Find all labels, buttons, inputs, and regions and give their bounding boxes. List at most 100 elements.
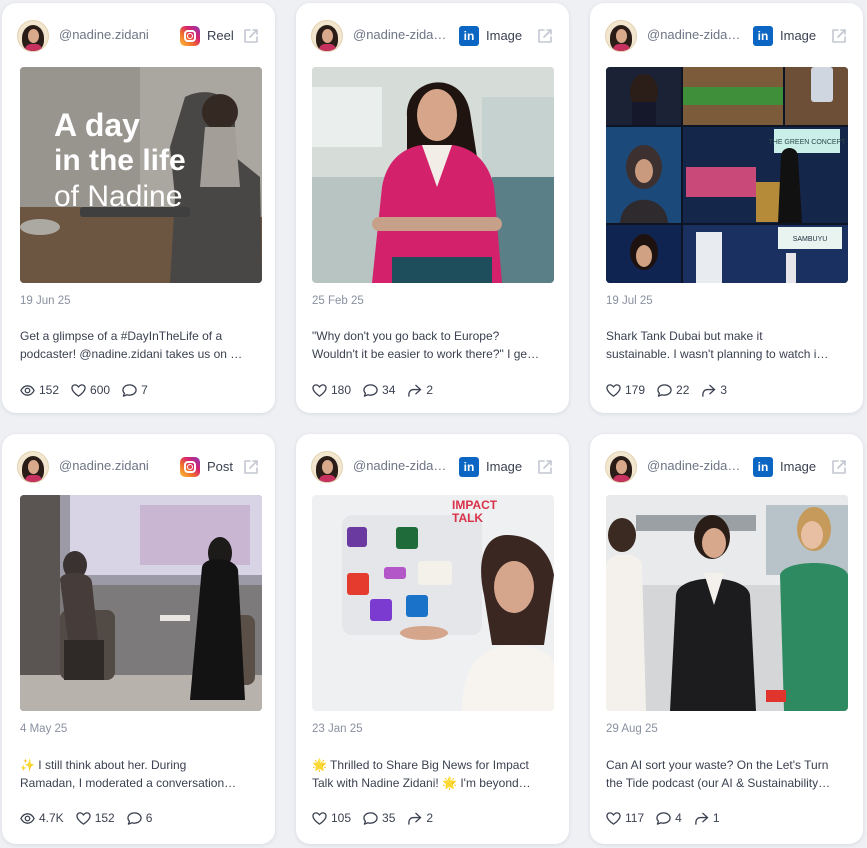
post-metrics: 4.7K 152 6 <box>20 809 152 827</box>
account-handle[interactable]: @nadine-zida… <box>647 458 749 473</box>
post-caption: ✨ I still think about her. During Ramada… <box>20 756 262 792</box>
shares-count: 1 <box>712 811 720 825</box>
account-handle[interactable]: @nadine-zida… <box>353 458 455 473</box>
caption-line: Wouldn't it be easier to work there?" I … <box>312 347 540 361</box>
post-date: 19 Jun 25 <box>20 295 71 307</box>
likes-count: 105 <box>331 811 352 825</box>
comments-metric: 4 <box>656 811 682 826</box>
comments-count: 7 <box>141 383 148 397</box>
linkedin-icon: in <box>459 26 479 46</box>
account-handle[interactable]: @nadine.zidani <box>59 27 177 42</box>
post-type-label: Post <box>207 459 234 474</box>
likes-count: 179 <box>625 383 646 397</box>
likes-count: 180 <box>331 383 352 397</box>
comments-metric: 6 <box>127 811 153 826</box>
post-media[interactable]: THE GREEN CONCEPT SAMBUYU <box>606 67 848 283</box>
shares-count: 3 <box>720 383 728 397</box>
caption-line: Can AI sort your waste? On the Let's Tur… <box>606 758 829 772</box>
shares-metric: 3 <box>701 383 727 398</box>
external-link-icon[interactable] <box>536 458 554 476</box>
likes-metric: 117 <box>606 811 644 826</box>
likes-metric: 179 <box>606 383 645 398</box>
overlay-line-3: of Nadine <box>54 180 183 213</box>
post-metrics: 179 22 3 <box>606 381 727 399</box>
external-link-icon[interactable] <box>830 458 848 476</box>
sign-text: SAMBUYU <box>793 236 828 243</box>
post-image <box>20 495 262 711</box>
views-count: 4.7K <box>39 811 64 825</box>
instagram-icon <box>180 26 200 46</box>
comments-metric: 34 <box>363 383 395 398</box>
caption-line: 🌟 Thrilled to Share Big News for Impact <box>312 758 529 772</box>
post-caption: 🌟 Thrilled to Share Big News for Impact … <box>312 756 554 792</box>
likes-metric: 152 <box>76 811 115 826</box>
heart-icon <box>312 811 327 826</box>
share-icon <box>407 383 422 398</box>
post-card[interactable]: @nadine-zida… in Image THE GREEN CONCEPT <box>590 3 863 413</box>
account-handle[interactable]: @nadine.zidani <box>59 458 177 473</box>
avatar <box>605 20 637 52</box>
linkedin-icon: in <box>753 457 773 477</box>
post-date: 4 May 25 <box>20 723 68 735</box>
post-card[interactable]: @nadine.zidani Post 4 May 25 ✨ I still t… <box>2 434 275 844</box>
impact-talk-text: IMPACT <box>452 498 498 512</box>
post-date: 23 Jan 25 <box>312 723 363 735</box>
comments-metric: 22 <box>657 383 689 398</box>
heart-icon <box>76 811 91 826</box>
external-link-icon[interactable] <box>536 27 554 45</box>
comment-icon <box>127 811 142 826</box>
comment-icon <box>657 383 672 398</box>
post-image: THE GREEN CONCEPT SAMBUYU <box>606 67 848 283</box>
post-metrics: 152 600 7 <box>20 381 148 399</box>
external-link-icon[interactable] <box>242 458 260 476</box>
overlay-line-2: in the life <box>54 144 186 177</box>
caption-line: podcaster! @nadine.zidani takes us on … <box>20 347 243 361</box>
post-media[interactable] <box>20 495 262 711</box>
avatar <box>17 20 49 52</box>
account-handle[interactable]: @nadine-zida… <box>647 27 749 42</box>
post-media[interactable] <box>312 67 554 283</box>
post-metrics: 117 4 1 <box>606 809 720 827</box>
post-caption: Shark Tank Dubai but make it sustainable… <box>606 327 848 363</box>
card-header: @nadine-zida… in Image <box>590 434 863 498</box>
sign-text: THE GREEN CONCEPT <box>768 139 846 146</box>
comments-count: 35 <box>382 811 396 825</box>
post-card[interactable]: @nadine-zida… in Image 29 Aug 25 Can AI … <box>590 434 863 844</box>
shares-count: 2 <box>426 383 434 397</box>
account-handle[interactable]: @nadine-zida… <box>353 27 455 42</box>
caption-line: "Why don't you go back to Europe? <box>312 329 500 343</box>
post-image: IMPACT TALK <box>312 495 554 711</box>
shares-metric: 2 <box>407 383 433 398</box>
external-link-icon[interactable] <box>830 27 848 45</box>
comments-count: 6 <box>145 811 153 825</box>
eye-icon <box>20 811 35 826</box>
caption-line: Talk with Nadine Zidani! 🌟 I'm beyond… <box>312 776 531 790</box>
post-card[interactable]: @nadine-zida… in Image 25 Feb 25 "Why do… <box>296 3 569 413</box>
heart-icon <box>71 383 86 398</box>
share-icon <box>694 811 709 826</box>
views-count: 152 <box>39 383 60 397</box>
instagram-icon <box>180 457 200 477</box>
external-link-icon[interactable] <box>242 27 260 45</box>
heart-icon <box>606 383 621 398</box>
shares-metric: 1 <box>694 811 720 826</box>
caption-line: sustainable. I wasn't planning to watch … <box>606 347 829 361</box>
post-image <box>606 495 848 711</box>
comments-metric: 7 <box>122 383 148 398</box>
post-card[interactable]: @nadine.zidani Reel A day in the life of… <box>2 3 275 413</box>
post-caption: Can AI sort your waste? On the Let's Tur… <box>606 756 848 792</box>
post-image <box>312 67 554 283</box>
post-card[interactable]: @nadine-zida… in Image IMPACT TALK 23 Ja… <box>296 434 569 844</box>
comments-metric: 35 <box>363 811 395 826</box>
heart-icon <box>312 383 327 398</box>
shares-count: 2 <box>426 811 434 825</box>
post-media[interactable]: A day in the life of Nadine <box>20 67 262 283</box>
views-metric: 4.7K <box>20 811 64 826</box>
likes-metric: 600 <box>71 383 110 398</box>
post-media[interactable] <box>606 495 848 711</box>
likes-metric: 180 <box>312 383 351 398</box>
post-type-label: Image <box>486 459 523 474</box>
post-media[interactable]: IMPACT TALK <box>312 495 554 711</box>
caption-line: the Tide podcast (our AI & Sustainabilit… <box>606 776 831 790</box>
card-header: @nadine.zidani Post <box>2 434 275 498</box>
